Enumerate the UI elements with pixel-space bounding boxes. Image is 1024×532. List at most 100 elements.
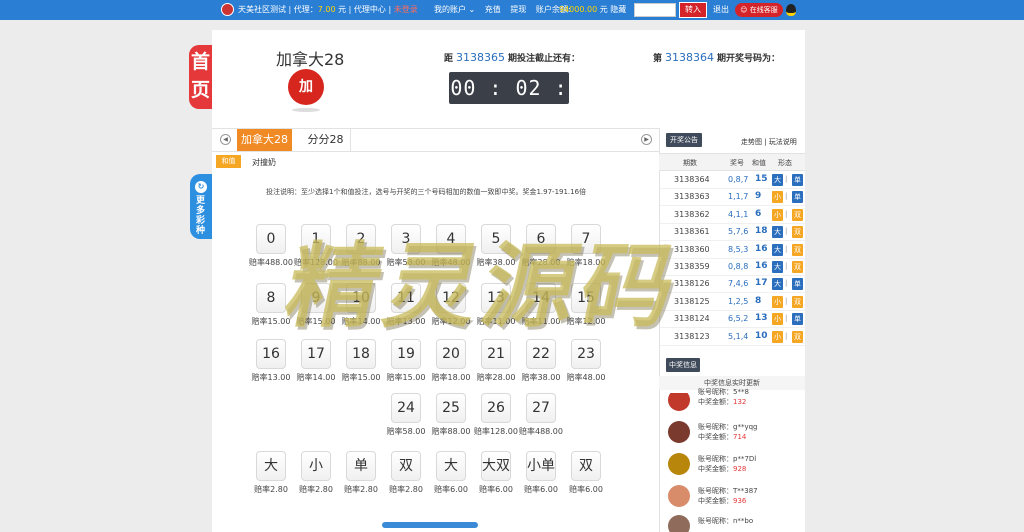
bet-option-label[interactable]: 24 <box>391 393 421 423</box>
result-issue: 3138126 <box>674 279 710 289</box>
bet-option-label[interactable]: 小 <box>301 451 331 481</box>
game-title: 加拿大28 <box>276 50 345 69</box>
bet-option-label[interactable]: 0 <box>256 224 286 254</box>
result-code: 5,1,4 <box>728 331 749 341</box>
bet-option-label[interactable]: 双 <box>571 451 601 481</box>
result-row: 3138125 1,2,5 8 小 | 双 <box>660 294 805 311</box>
bet-option-label[interactable]: 小单 <box>526 451 556 481</box>
my-account-link[interactable]: 我的账户 ⌄ <box>434 5 475 14</box>
bet-option-label[interactable]: 4 <box>436 224 466 254</box>
bet-option-label[interactable]: 6 <box>526 224 556 254</box>
bet-option-label[interactable]: 27 <box>526 393 556 423</box>
bet-option-label[interactable]: 12 <box>436 283 466 313</box>
result-parity-badge: 双 <box>792 330 803 343</box>
bet-option-label[interactable]: 双 <box>391 451 421 481</box>
bet-option-label[interactable]: 25 <box>436 393 466 423</box>
result-code: 1,1,7 <box>728 192 749 202</box>
result-size-badge: 大 <box>772 278 783 291</box>
tab-fenfen28[interactable]: 分分28 <box>301 129 351 151</box>
bet-option-label[interactable]: 16 <box>256 339 286 369</box>
bet-option-label[interactable]: 21 <box>481 339 511 369</box>
bet-option-label[interactable]: 20 <box>436 339 466 369</box>
subtab-sum[interactable]: 和值 <box>216 155 241 168</box>
bet-option[interactable]: 7 赔率18.00 <box>556 224 616 268</box>
bet-option-label[interactable]: 大 <box>436 451 466 481</box>
result-size-badge: 小 <box>772 208 783 221</box>
winner-avatar <box>668 393 690 411</box>
bet-option-label[interactable]: 26 <box>481 393 511 423</box>
result-code: 1,2,5 <box>728 296 749 306</box>
bet-option-label[interactable]: 单 <box>346 451 376 481</box>
bet-option-label[interactable]: 18 <box>346 339 376 369</box>
bet-option-label[interactable]: 大 <box>256 451 286 481</box>
result-separator: | <box>785 244 788 253</box>
login-status[interactable]: 未登录 <box>394 5 418 14</box>
result-size-badge: 大 <box>772 174 783 186</box>
top-bar: 天美社区测试 | 代理：7.00 元 | 代理中心 | 未登录 我的账户 ⌄ 充… <box>0 0 1024 20</box>
bet-option-label[interactable]: 1 <box>301 224 331 254</box>
bet-option-label[interactable]: 7 <box>571 224 601 254</box>
result-code: 0,8,8 <box>728 262 749 271</box>
bet-option-label[interactable]: 3 <box>391 224 421 254</box>
winner-amount-line: 中奖金额：714 <box>698 433 747 441</box>
trend-links[interactable]: 走势图 | 玩法说明 <box>741 137 797 147</box>
result-issue: 3138363 <box>674 192 710 202</box>
result-row: 3138363 1,1,7 9 小 | 单 <box>660 189 805 207</box>
hide-balance-toggle[interactable]: 元 隐藏 <box>600 5 627 14</box>
result-sum: 15 <box>755 174 768 184</box>
winner-item: 账号昵称：n**bo <box>668 515 798 532</box>
bet-option-label[interactable]: 23 <box>571 339 601 369</box>
winner-avatar <box>668 485 690 507</box>
bet-option-label[interactable]: 9 <box>301 283 331 313</box>
online-service-button[interactable]: ☺ 在线客服 <box>735 3 783 17</box>
bet-option-label[interactable]: 11 <box>391 283 421 313</box>
result-parity-badge: 双 <box>792 208 803 221</box>
bet-option[interactable]: 双赔率6.00 <box>556 451 616 495</box>
draw-announcement-button[interactable]: 开奖公告 <box>666 133 702 147</box>
bet-option-label[interactable]: 5 <box>481 224 511 254</box>
result-separator: | <box>785 227 788 236</box>
result-issue: 3138362 <box>674 209 710 219</box>
header-code: 奖号 <box>730 159 744 167</box>
result-sum: 16 <box>755 261 768 271</box>
winner-name-line: 账号昵称：T**387 <box>698 487 758 495</box>
bet-option[interactable]: 27 赔率488.00 <box>511 393 571 437</box>
winner-item: 账号昵称：g**yqg 中奖金额：714 <box>668 421 798 447</box>
bet-option-label[interactable]: 13 <box>481 283 511 313</box>
qq-icon[interactable] <box>786 4 796 16</box>
result-row: 3138359 0,8,8 16 大 | 双 <box>660 259 805 276</box>
bet-option-label[interactable]: 19 <box>391 339 421 369</box>
tab-prev-arrow-icon[interactable]: ◀ <box>220 134 231 145</box>
agent-center-link[interactable]: 代理中心 <box>354 5 386 14</box>
bet-option[interactable]: 15 赔率12.00 <box>556 283 616 327</box>
deposit-button[interactable]: 转入 <box>679 2 707 18</box>
results-header: 期数 奖号 和值 形态 <box>659 153 805 171</box>
bet-option-label[interactable]: 8 <box>256 283 286 313</box>
bet-option-label[interactable]: 15 <box>571 283 601 313</box>
bet-option-label[interactable]: 14 <box>526 283 556 313</box>
amount-input[interactable] <box>634 3 676 17</box>
withdraw-link[interactable]: 提现 <box>510 5 526 14</box>
site-name[interactable]: 天美社区测试 <box>238 5 286 14</box>
more-lottery-side-tab[interactable]: ↻ 更多彩种 <box>190 174 212 239</box>
subtab-pair[interactable]: 对撞奶 <box>252 157 276 168</box>
tab-canada28[interactable]: 加拿大28 <box>237 129 292 151</box>
result-issue: 3138123 <box>674 331 710 341</box>
home-side-tab[interactable]: 首页 <box>189 45 212 109</box>
winner-amount: 936 <box>733 497 747 505</box>
bet-option-label[interactable]: 22 <box>526 339 556 369</box>
tab-next-arrow-icon[interactable]: ▶ <box>641 134 652 145</box>
logout-link[interactable]: 退出 <box>713 0 729 20</box>
bet-option-label[interactable]: 2 <box>346 224 376 254</box>
winner-name: 5**8 <box>733 388 749 396</box>
result-code: 5,7,6 <box>728 227 749 237</box>
winner-name: p**7Dl <box>733 455 757 463</box>
horizontal-scrollbar[interactable] <box>382 522 478 528</box>
result-issue: 3138125 <box>674 296 710 306</box>
bet-option[interactable]: 23 赔率48.00 <box>556 339 616 383</box>
bet-option-label[interactable]: 17 <box>301 339 331 369</box>
bet-option-label[interactable]: 10 <box>346 283 376 313</box>
winners-button[interactable]: 中奖信息 <box>666 358 700 372</box>
recharge-link[interactable]: 充值 <box>485 5 501 14</box>
bet-option-label[interactable]: 大双 <box>481 451 511 481</box>
